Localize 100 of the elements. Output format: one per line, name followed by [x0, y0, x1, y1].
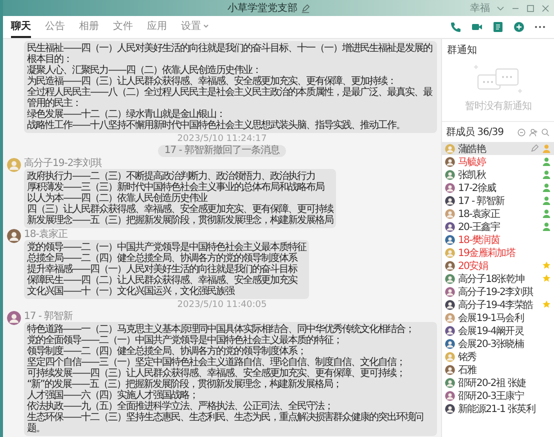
- member-row[interactable]: 张凯秋: [442, 168, 554, 181]
- avatar: [7, 158, 21, 172]
- member-name: 铭秀: [458, 350, 478, 364]
- message-line: 可持续发展——四（三）让人民群众获得感、幸福感、安全感更加充实、更有保障、更可持续；: [27, 368, 406, 379]
- member-row[interactable]: 石雅: [442, 363, 554, 376]
- member-row[interactable]: 20-王鑫宇: [442, 220, 554, 233]
- message-line: 厚积薄发——三（三）新时代中国特色社会主义事业的总体布局和战略布局: [27, 182, 326, 193]
- avatar: [445, 260, 455, 270]
- sender-name: 高分子19-2李刘琪: [24, 158, 103, 169]
- avatar: [445, 208, 455, 218]
- member-name: 蒲皓艳: [458, 142, 488, 156]
- whiteboard-icon[interactable]: [492, 21, 504, 33]
- message-line: 提升幸福感——四（一）人民对美好生活的向往就是我们的奋斗目标: [27, 264, 298, 275]
- avatar: [445, 144, 455, 154]
- member-name: 邵研20-3王康宁: [458, 390, 525, 402]
- close-icon[interactable]: [541, 4, 550, 12]
- message-line: 文化兴国——十（一）文化兴国运兴，文化强民族强: [27, 286, 236, 297]
- member-row[interactable]: 高分子19-2李刘琪: [442, 285, 554, 298]
- member-row[interactable]: 高分子19-4李荣皓: [442, 298, 554, 311]
- member-name: 石雅: [458, 364, 478, 376]
- section-title: 群通知: [446, 44, 478, 58]
- sender-name: 18-袁家正: [24, 229, 69, 240]
- member-row[interactable]: 邵研20-2祖 张婕: [442, 376, 554, 389]
- message-line: 战略性工作——十八坚持不懈用新时代中国特色社会主义思想武装头脑、指导实践、推动工作。: [27, 120, 406, 131]
- avatar: [445, 222, 455, 232]
- member-row[interactable]: 新能源21-1 张英利: [442, 402, 554, 415]
- search-icon[interactable]: [541, 128, 550, 136]
- member-row[interactable]: 铭秀: [442, 350, 554, 363]
- tab[interactable]: 应用: [147, 16, 167, 38]
- member-row[interactable]: 会展20-3张晓楠: [442, 337, 554, 350]
- message-line: 全过程人民民主——八（二）全过程人民民主是社会主义民主政治的本质属性，是最广泛、最真实、最管用的民主：: [27, 87, 434, 109]
- edit-icon[interactable]: [300, 4, 310, 12]
- message-line: 四（三）让人民群众获得感、幸福感、安全感更加充实、更有保障、更可持续: [27, 204, 333, 215]
- message-line: 依法执政——九（五）全面推进科学立法、严格执法、公正司法、全民守法；: [27, 401, 333, 412]
- maximize-icon[interactable]: [526, 4, 535, 12]
- member-row[interactable]: 会展19-1马会利: [442, 311, 554, 324]
- member-row[interactable]: 邵研20-3王康宁: [442, 389, 554, 402]
- member-name: 高分子19-4李荣皓: [458, 298, 534, 312]
- phone-icon[interactable]: [450, 21, 462, 33]
- message-line: 以人为本——四（二）依靠人民创造历史伟业: [27, 193, 208, 204]
- tab[interactable]: 公告: [45, 16, 65, 38]
- members-title: 群成员 36/39: [446, 126, 504, 139]
- video-call-icon[interactable]: [471, 21, 483, 33]
- member-name: 高分子19-2李刘琪: [458, 286, 534, 298]
- member-name: 邵研20-2祖 张婕: [458, 376, 527, 390]
- avatar: [445, 300, 455, 310]
- member-row[interactable]: 17-2徐威: [442, 181, 554, 194]
- chevron-down-icon[interactable]: [496, 4, 505, 12]
- tab[interactable]: 设置: [181, 16, 209, 38]
- sender-name: 17 - 郭智新: [24, 311, 74, 322]
- avatar: [445, 312, 455, 322]
- add-person-icon[interactable]: [529, 128, 538, 136]
- member-name: 20-王鑫宇: [458, 220, 501, 234]
- message-line: 人才强国——六（四）实施人才强国战略；: [27, 390, 199, 401]
- member-name: 17-2徐威: [458, 182, 498, 194]
- avatar: [445, 156, 455, 166]
- message-line: 生态环保——十二（三）坚持生态惠民、生态利民、生态为民，重点解决损害群众健康的突出环境问题。: [27, 412, 424, 434]
- member-row[interactable]: 19金雁莉加塔: [442, 246, 554, 259]
- avatar: [445, 364, 455, 374]
- member-row[interactable]: 马毓婷: [442, 155, 554, 168]
- message-line: 特色道路——一（二）马克思主义基本原理同中国具体实际相结合、同中华优秀传统文化相结合；: [27, 324, 415, 335]
- message-line: 凝聚人心、汇聚民力——四（二）依靠人民创造历史伟业：: [27, 65, 261, 76]
- edit-icon[interactable]: [530, 144, 539, 153]
- timestamp: 2023/5/10 11:24:17: [177, 134, 267, 144]
- member-row[interactable]: 17 - 郭智新: [442, 194, 554, 207]
- message-line: 为民造福——四（三）让人民群众获得感、幸福感、安全感更加充实、更有保障、更加持续：: [27, 76, 396, 87]
- message-line: 党的全面领导——二（一）中国共产党领导是中国特色社会主义最本质的特征；: [27, 335, 343, 346]
- window-title: 小草学堂党支部: [228, 2, 298, 15]
- add-icon[interactable]: [513, 21, 525, 33]
- avatar: [7, 311, 21, 325]
- member-name: 新能源21-1 张英利: [458, 402, 536, 416]
- member-row[interactable]: 20安娟: [442, 259, 554, 272]
- member-name: 20安娟: [458, 260, 489, 272]
- member-row[interactable]: 蒲皓艳: [442, 142, 554, 155]
- member-row[interactable]: 高分子18张乾坤: [442, 272, 554, 285]
- member-row[interactable]: 会展19-4阚开灵: [442, 324, 554, 337]
- member-name: 高分子18张乾坤: [458, 272, 526, 286]
- avatar: [445, 170, 455, 180]
- timestamp: 2023/5/10 11:40:05: [177, 300, 267, 310]
- avatar: [445, 378, 455, 388]
- tab[interactable]: 相册: [79, 16, 99, 38]
- avatar: [445, 338, 455, 348]
- avatar: [445, 248, 455, 258]
- avatar: [445, 274, 455, 284]
- avatar: [7, 229, 21, 243]
- member-name: 马毓婷: [458, 156, 487, 168]
- avatar: [445, 286, 455, 296]
- message-line: 民生福祉——四（一）人民对美好生活的向往就是我们的奋斗目标、十一（一）增进民生福祉是发展的根本目的：: [27, 43, 434, 65]
- member-name: 17 - 郭智新: [458, 194, 506, 208]
- member-row[interactable]: 18-袁家正: [442, 207, 554, 220]
- member-row[interactable]: 18-樊润茵: [442, 233, 554, 246]
- message-line: 政府执行力——二（三）不断提高政治判断力、政治领悟力、政治执行力: [27, 171, 316, 182]
- member-name: 会展19-4阚开灵: [458, 324, 525, 338]
- avatar: [445, 234, 455, 244]
- member-name: 18-袁家正: [458, 208, 502, 220]
- avatar: [445, 196, 455, 206]
- message-line: 绿色发展——十二（二）绿水青山就是金山银山：: [27, 109, 225, 120]
- avatar: [445, 326, 455, 336]
- message-line: 总揽全局——二（四）健全总揽全局、协调各方的党的领导制度体系: [27, 253, 298, 264]
- avatar: [445, 404, 455, 414]
